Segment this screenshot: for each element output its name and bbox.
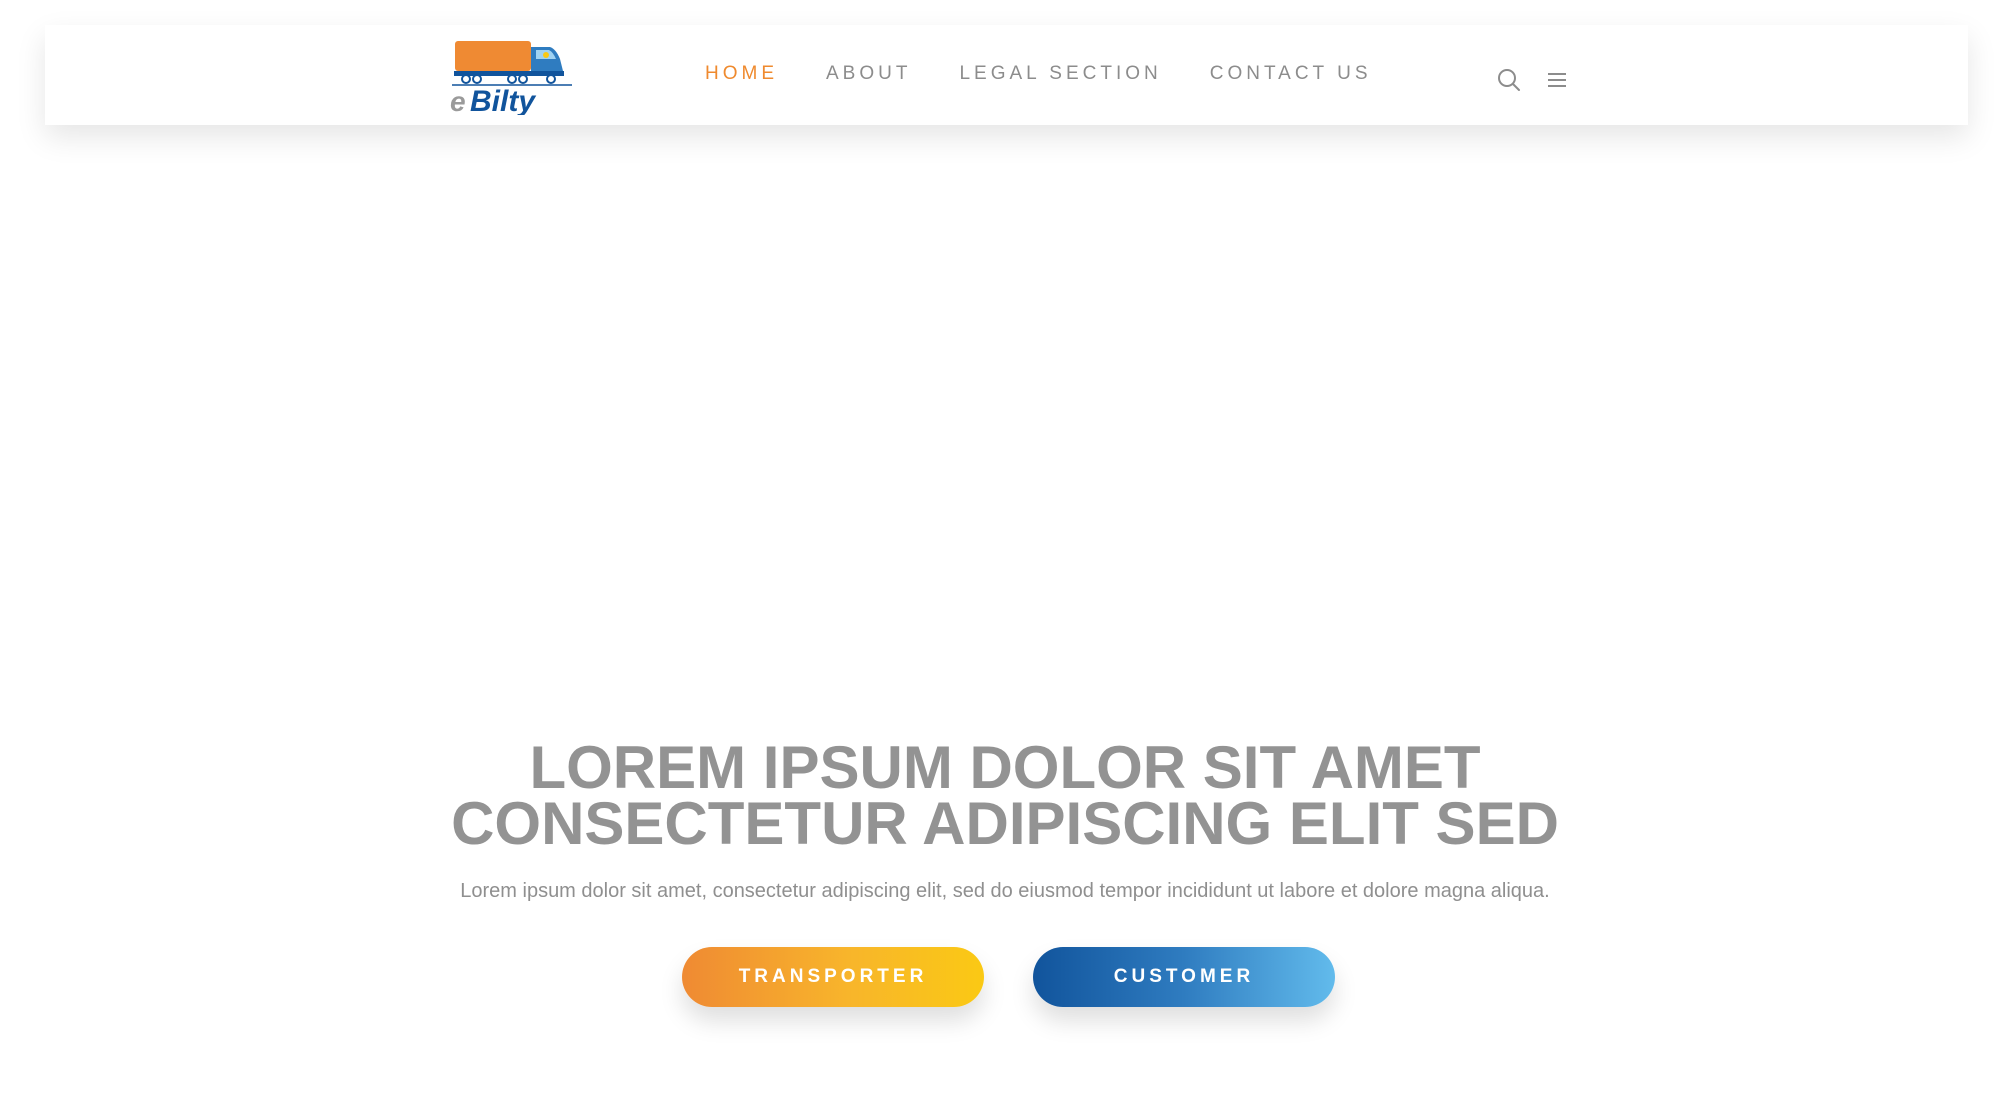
main-nav: HOME ABOUT LEGAL SECTION CONTACT US <box>705 63 1420 85</box>
hero-button-row: TRANSPORTER CUSTOMER <box>0 947 2010 1009</box>
nav-item-about[interactable]: ABOUT <box>826 63 911 85</box>
logo-e-text: e <box>450 86 466 115</box>
hamburger-menu-icon[interactable] <box>1544 67 1570 93</box>
hero-title-line-2: CONSECTETUR ADIPISCING ELIT SED <box>451 790 1559 857</box>
hero-section: LOREM IPSUM DOLOR SIT AMET CONSECTETUR A… <box>0 738 2010 923</box>
ebilty-logo[interactable]: e Bilty <box>450 39 575 115</box>
top-navbar: e Bilty HOME ABOUT LEGAL SECTION CONTACT… <box>45 25 1968 125</box>
customer-button[interactable]: CUSTOMER <box>1033 947 1335 1007</box>
search-icon[interactable] <box>1496 67 1522 93</box>
logo-bilty-text: Bilty <box>470 85 536 115</box>
hero-title: LOREM IPSUM DOLOR SIT AMET CONSECTETUR A… <box>405 738 1605 854</box>
page: e Bilty HOME ABOUT LEGAL SECTION CONTACT… <box>0 0 2010 1105</box>
nav-item-legal-section[interactable]: LEGAL SECTION <box>959 63 1161 85</box>
hero-subtitle: Lorem ipsum dolor sit amet, consectetur … <box>460 880 1550 902</box>
nav-item-home[interactable]: HOME <box>705 63 778 85</box>
nav-item-contact-us[interactable]: CONTACT US <box>1210 63 1372 85</box>
transporter-button[interactable]: TRANSPORTER <box>682 947 984 1007</box>
truck-logo-icon: e Bilty <box>450 41 572 115</box>
